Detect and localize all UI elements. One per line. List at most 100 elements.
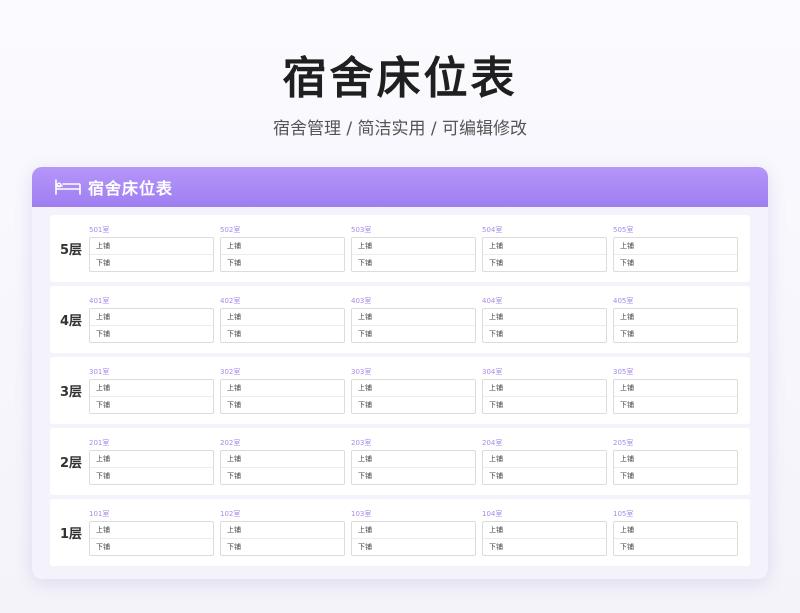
- lower-bunk-field[interactable]: 下铺: [90, 326, 213, 343]
- lower-bunk-field[interactable]: 下铺: [483, 397, 606, 414]
- room-cell: 105室 上铺 下铺: [613, 509, 738, 556]
- upper-bunk-field[interactable]: 上铺: [483, 309, 606, 326]
- upper-bunk-field[interactable]: 上铺: [221, 309, 344, 326]
- room-bed-box: 上铺 下铺: [613, 308, 738, 343]
- upper-bunk-field[interactable]: 上铺: [90, 309, 213, 326]
- card-header: 宿舍床位表: [32, 167, 768, 207]
- room-bed-box: 上铺 下铺: [613, 450, 738, 485]
- room-cell: 401室 上铺 下铺: [89, 296, 214, 343]
- upper-bunk-field[interactable]: 上铺: [221, 522, 344, 539]
- room-cell: 504室 上铺 下铺: [482, 225, 607, 272]
- lower-bunk-field[interactable]: 下铺: [352, 326, 475, 343]
- upper-bunk-field[interactable]: 上铺: [352, 451, 475, 468]
- room-list: 101室 上铺 下铺 102室 上铺 下铺 103室 上铺 下铺 104室 上铺 下铺 105室 上铺 下铺: [89, 509, 750, 556]
- upper-bunk-field[interactable]: 上铺: [221, 380, 344, 397]
- room-cell: 302室上铺 下铺: [220, 367, 345, 414]
- upper-bunk-field[interactable]: 上铺: [614, 238, 737, 255]
- lower-bunk-field[interactable]: 下铺: [614, 468, 737, 485]
- room-cell: 301室 上铺 下铺: [89, 367, 214, 414]
- upper-bunk-field[interactable]: 上铺: [483, 380, 606, 397]
- room-cell: 202室上铺 下铺: [220, 438, 345, 485]
- upper-bunk-field[interactable]: 上铺: [614, 522, 737, 539]
- room-cell: 505室上铺 下铺: [613, 225, 738, 272]
- upper-bunk-field[interactable]: 上铺: [90, 451, 213, 468]
- room-cell: 305室上铺 下铺: [613, 367, 738, 414]
- room-list: 301室 上铺 下铺 302室 上铺 下铺 303室 上铺 下铺 304室 上铺 下铺 305室 上铺 下铺: [89, 367, 750, 414]
- room-cell: 404室 上铺 下铺: [482, 296, 607, 343]
- room-name: 505室: [613, 226, 634, 234]
- lower-bunk-field[interactable]: 下铺: [352, 539, 475, 556]
- lower-bunk-field[interactable]: 下铺: [614, 397, 737, 414]
- page-subtitle: 宿舍管理 / 简洁实用 / 可编辑修改: [272, 119, 528, 139]
- upper-bunk-field[interactable]: 上铺: [90, 380, 213, 397]
- upper-bunk-field[interactable]: 上铺: [352, 380, 475, 397]
- page-title: 宿舍床位表: [282, 53, 518, 104]
- lower-bunk-field[interactable]: 下铺: [483, 539, 606, 556]
- lower-bunk-field[interactable]: 下铺: [221, 255, 344, 272]
- room-bed-box: 上铺 下铺: [351, 308, 476, 343]
- lower-bunk-field[interactable]: 下铺: [352, 468, 475, 485]
- floor-label: 4层: [60, 314, 83, 329]
- lower-bunk-field[interactable]: 下铺: [221, 397, 344, 414]
- room-bed-box: 上铺 下铺: [220, 521, 345, 556]
- lower-bunk-field[interactable]: 下铺: [221, 468, 344, 485]
- room-cell: 502室上铺 下铺: [220, 225, 345, 272]
- room-cell: 201室 上铺 下铺: [89, 438, 214, 485]
- room-bed-box: 上铺 下铺: [351, 237, 476, 272]
- lower-bunk-field[interactable]: 下铺: [614, 255, 737, 272]
- upper-bunk-field[interactable]: 上铺: [221, 451, 344, 468]
- lower-bunk-field[interactable]: 下铺: [90, 255, 213, 272]
- room-name: 104室: [482, 510, 503, 518]
- upper-bunk-field[interactable]: 上铺: [614, 309, 737, 326]
- room-name: 302室: [220, 368, 241, 376]
- room-bed-box: 上铺 下铺: [482, 237, 607, 272]
- room-cell: 503室上铺 下铺: [351, 225, 476, 272]
- upper-bunk-field[interactable]: 上铺: [90, 522, 213, 539]
- upper-bunk-field[interactable]: 上铺: [352, 522, 475, 539]
- floor-label: 3层: [60, 385, 83, 400]
- room-bed-box: 上铺 下铺: [351, 379, 476, 414]
- lower-bunk-field[interactable]: 下铺: [614, 539, 737, 556]
- lower-bunk-field[interactable]: 下铺: [90, 468, 213, 485]
- lower-bunk-field[interactable]: 下铺: [352, 397, 475, 414]
- room-bed-box: 上铺 下铺: [351, 450, 476, 485]
- upper-bunk-field[interactable]: 上铺: [614, 380, 737, 397]
- lower-bunk-field[interactable]: 下铺: [483, 255, 606, 272]
- room-bed-box: 上铺 下铺: [351, 521, 476, 556]
- upper-bunk-field[interactable]: 上铺: [352, 238, 475, 255]
- floor-row: 3层 301室 上铺 下铺 302室 上铺 下铺 303室 上铺 下铺 304室 上铺 下铺 305室 上铺…: [50, 357, 750, 424]
- lower-bunk-field[interactable]: 下铺: [352, 255, 475, 272]
- room-name: 305室: [613, 368, 634, 376]
- room-name: 502室: [220, 226, 241, 234]
- lower-bunk-field[interactable]: 下铺: [221, 539, 344, 556]
- room-list: 201室 上铺 下铺 202室 上铺 下铺 203室 上铺 下铺 204室 上铺 下铺 205室 上铺 下铺: [89, 438, 750, 485]
- lower-bunk-field[interactable]: 下铺: [90, 539, 213, 556]
- floor-row: 5层 501室 上铺 下铺 502室 上铺 下铺 503室 上铺 下铺 504室 上铺 下铺 505室 上铺…: [50, 215, 750, 282]
- upper-bunk-field[interactable]: 上铺: [221, 238, 344, 255]
- room-cell: 101室 上铺 下铺: [89, 509, 214, 556]
- room-name: 503室: [351, 226, 372, 234]
- lower-bunk-field[interactable]: 下铺: [614, 326, 737, 343]
- room-cell: 104室上铺 下铺: [482, 509, 607, 556]
- floor-row: 1层 101室 上铺 下铺 102室 上铺 下铺 103室 上铺 下铺 104室 上铺 下铺 105室 上铺…: [50, 499, 750, 566]
- card-title: 宿舍床位表: [88, 179, 174, 198]
- lower-bunk-field[interactable]: 下铺: [483, 326, 606, 343]
- room-bed-box: 上铺 下铺: [482, 379, 607, 414]
- lower-bunk-field[interactable]: 下铺: [90, 397, 213, 414]
- room-name: 103室: [351, 510, 372, 518]
- floor-row: 2层 201室 上铺 下铺 202室 上铺 下铺 203室 上铺 下铺 204室 上铺 下铺 205室 上铺…: [50, 428, 750, 495]
- upper-bunk-field[interactable]: 上铺: [483, 451, 606, 468]
- room-name: 403室: [351, 297, 372, 305]
- room-name: 202室: [220, 439, 241, 447]
- upper-bunk-field[interactable]: 上铺: [614, 451, 737, 468]
- upper-bunk-field[interactable]: 上铺: [483, 522, 606, 539]
- room-cell: 405室 上铺 下铺: [613, 296, 738, 343]
- upper-bunk-field[interactable]: 上铺: [90, 238, 213, 255]
- room-bed-box: 上铺 下铺: [220, 308, 345, 343]
- room-bed-box: 上铺 下铺: [613, 237, 738, 272]
- room-cell: 103室上铺 下铺: [351, 509, 476, 556]
- lower-bunk-field[interactable]: 下铺: [483, 468, 606, 485]
- lower-bunk-field[interactable]: 下铺: [221, 326, 344, 343]
- upper-bunk-field[interactable]: 上铺: [352, 309, 475, 326]
- upper-bunk-field[interactable]: 上铺: [483, 238, 606, 255]
